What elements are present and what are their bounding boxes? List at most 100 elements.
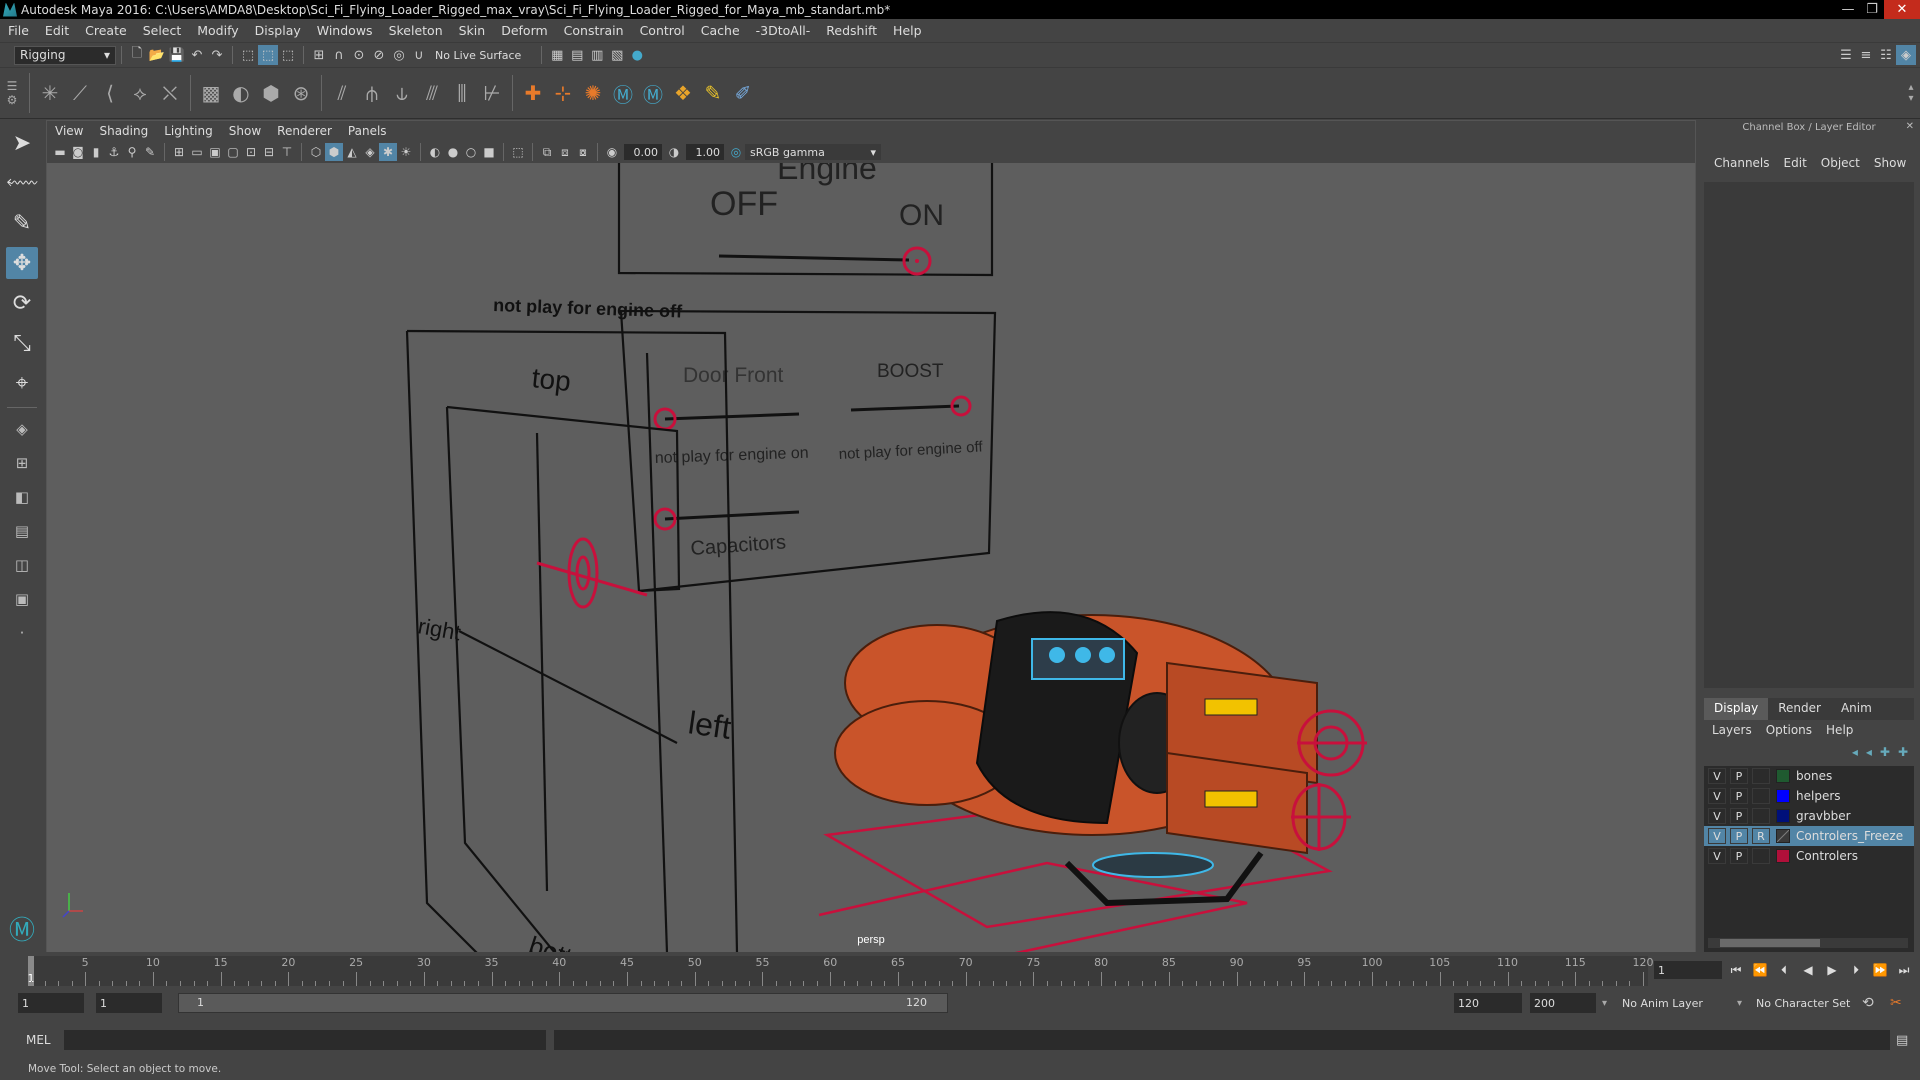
wrap-icon[interactable]: ⊛ (286, 78, 316, 108)
layer-color-swatch[interactable] (1776, 829, 1790, 843)
layer-visibility-toggle[interactable]: V (1708, 808, 1726, 824)
open-scene-icon[interactable]: 📂 (147, 45, 167, 65)
motion-trail-icon[interactable]: ✺ (578, 78, 608, 108)
layer-color-swatch[interactable] (1776, 809, 1790, 823)
range-slider-bar[interactable]: 1 120 (178, 993, 948, 1013)
channel-list[interactable] (1704, 182, 1914, 688)
ipr-render-icon[interactable]: ▥ (587, 45, 607, 65)
aim-constraint-icon[interactable]: ⫝ (387, 78, 417, 108)
layer-visibility-toggle[interactable]: V (1708, 768, 1726, 784)
move-layer-down-icon[interactable]: ◂ (1866, 745, 1872, 759)
resolution-gate-icon[interactable]: ▣ (206, 143, 224, 161)
step-forward-frame-icon[interactable]: ⏵ (1846, 960, 1866, 980)
start-time-field[interactable]: 1 (18, 993, 84, 1013)
layer-row[interactable]: V P Controlers (1704, 846, 1914, 866)
animation-preferences-icon[interactable]: ✂ (1890, 995, 1902, 1011)
lattice-icon[interactable]: ⬢ (256, 78, 286, 108)
snap-curve-icon[interactable]: ∩ (329, 45, 349, 65)
menu-control[interactable]: Control (632, 23, 693, 38)
side-by-side-layout-icon[interactable]: ◧ (7, 484, 37, 510)
layer-color-swatch[interactable] (1776, 849, 1790, 863)
mash-icon[interactable]: Ⓜ (608, 78, 638, 108)
cluster-icon[interactable]: ⫽ (327, 78, 357, 108)
depth-of-field-icon[interactable]: ■ (480, 143, 498, 161)
shadows-icon[interactable]: ☀ (397, 143, 415, 161)
layer-row[interactable]: V P R Controlers_Freeze (1704, 826, 1914, 846)
save-scene-icon[interactable]: 💾 (167, 45, 187, 65)
xray-active-icon[interactable]: ⧈ (556, 143, 574, 161)
layer-row[interactable]: V P bones (1704, 766, 1914, 786)
shelf-scroll-icon[interactable]: ▴ ▾ (1902, 82, 1920, 104)
layer-display-type-toggle[interactable] (1752, 808, 1770, 824)
wireframe-icon[interactable]: ⬡ (307, 143, 325, 161)
exposure-icon[interactable]: ◉ (603, 143, 621, 161)
menu-skeleton[interactable]: Skeleton (381, 23, 451, 38)
snap-grid-icon[interactable]: ⊞ (309, 45, 329, 65)
dot-layout-icon[interactable]: · (7, 620, 37, 646)
bookmarks-icon[interactable]: ▮ (87, 143, 105, 161)
textured-icon[interactable]: ◈ (361, 143, 379, 161)
gamma-icon[interactable]: ◑ (665, 143, 683, 161)
maya-home-icon[interactable]: Ⓜ (5, 911, 39, 946)
object-menu[interactable]: Object (1821, 156, 1860, 180)
new-scene-icon[interactable]: 🗋 (127, 45, 147, 65)
anim-end-field[interactable]: 200 (1530, 993, 1596, 1013)
menu-skin[interactable]: Skin (451, 23, 494, 38)
scale-tool-icon[interactable]: ⤡ (6, 327, 38, 359)
attribute-editor-icon[interactable]: ≡ (1856, 45, 1876, 65)
ik-spline-icon[interactable]: ⟨ (95, 78, 125, 108)
snap-view-icon[interactable]: ⊘ (369, 45, 389, 65)
viewport-canvas[interactable]: Engine OFF ON not play for engine off Do… (47, 163, 1695, 953)
render-frame-icon[interactable]: ▤ (567, 45, 587, 65)
vp-menu-lighting[interactable]: Lighting (156, 124, 221, 138)
menu-display[interactable]: Display (247, 23, 309, 38)
safe-action-icon[interactable]: ⊟ (260, 143, 278, 161)
view-transform-dropdown[interactable]: sRGB gamma ▾ (745, 144, 881, 160)
new-empty-layer-icon[interactable]: ✚ (1880, 745, 1890, 759)
bake-animation-icon[interactable]: ❖ (668, 78, 698, 108)
side-target-controller[interactable] (536, 537, 648, 609)
step-forward-key-icon[interactable]: ⏩ (1870, 960, 1890, 980)
layer-row[interactable]: V P helpers (1704, 786, 1914, 806)
layer-display-type-toggle[interactable] (1752, 848, 1770, 864)
grid-icon[interactable]: ⊞ (170, 143, 188, 161)
scale-constraint-icon[interactable]: ⫼ (447, 78, 477, 108)
script-editor-icon[interactable]: ▤ (1896, 1033, 1908, 1048)
layer-playback-toggle[interactable]: P (1730, 828, 1748, 844)
anti-aliasing-icon[interactable]: ○ (462, 143, 480, 161)
screen-space-ao-icon[interactable]: ◐ (426, 143, 444, 161)
lasso-tool-icon[interactable]: ⬳ (6, 167, 38, 199)
anim-start-field[interactable]: 1 (96, 993, 162, 1013)
rotate-tool-icon[interactable]: ⟳ (6, 287, 38, 319)
hypershade-persp-layout-icon[interactable]: ▣ (7, 586, 37, 612)
paint-weights-icon[interactable]: ◐ (226, 78, 256, 108)
step-back-frame-icon[interactable]: ⏴ (1774, 960, 1794, 980)
modeling-toolkit-icon[interactable]: ☰ (1836, 45, 1856, 65)
set-key-icon[interactable]: ⊹ (548, 78, 578, 108)
exposure-field[interactable]: 0.00 (624, 144, 662, 160)
grease-pencil-icon[interactable]: ✎ (141, 143, 159, 161)
select-component-icon[interactable]: ⬚ (278, 45, 298, 65)
flying-loader-model[interactable] (834, 611, 1318, 907)
tab-render[interactable]: Render (1768, 698, 1831, 720)
minimize-button[interactable]: — (1836, 0, 1860, 19)
panel-close-icon[interactable]: ✕ (1906, 121, 1914, 132)
outliner-persp-layout-icon[interactable]: ▤ (7, 518, 37, 544)
vp-menu-shading[interactable]: Shading (91, 124, 156, 138)
field-chart-icon[interactable]: ⊡ (242, 143, 260, 161)
show-menu[interactable]: Show (1874, 156, 1906, 180)
menu-cache[interactable]: Cache (693, 23, 748, 38)
menu-help[interactable]: Help (885, 23, 930, 38)
layer-visibility-toggle[interactable]: V (1708, 848, 1726, 864)
layer-list-scrollbar[interactable] (1708, 938, 1908, 948)
gamma-field[interactable]: 1.00 (686, 144, 724, 160)
tab-anim[interactable]: Anim (1831, 698, 1882, 720)
layer-playback-toggle[interactable]: P (1730, 848, 1748, 864)
orient-constraint-icon[interactable]: ⫻ (417, 78, 447, 108)
select-camera-icon[interactable]: ▬ (51, 143, 69, 161)
undo-icon[interactable]: ↶ (187, 45, 207, 65)
menu-constrain[interactable]: Constrain (556, 23, 632, 38)
mash-network-icon[interactable]: Ⓜ (638, 78, 668, 108)
tool-settings-icon[interactable]: ☷ (1876, 45, 1896, 65)
menu-select[interactable]: Select (135, 23, 190, 38)
